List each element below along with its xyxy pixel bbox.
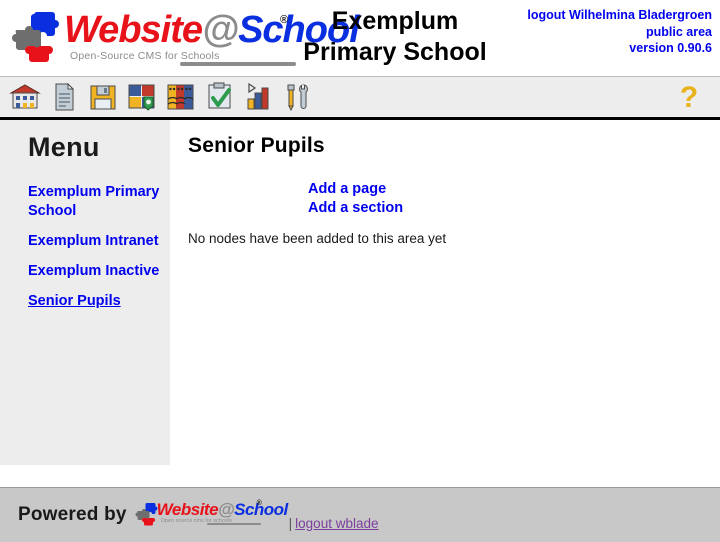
add-page-link[interactable]: Add a page: [308, 180, 720, 199]
sidebar: Menu Exemplum Primary School Exemplum In…: [0, 120, 170, 465]
modules-icon[interactable]: [125, 80, 159, 114]
website-at-school-logo: Website@School ® Open-Source CMS for Sch…: [6, 6, 360, 70]
page-body: Menu Exemplum Primary School Exemplum In…: [0, 120, 720, 487]
user-info-block: logout Wilhelmina Bladergroen public are…: [527, 7, 712, 57]
logo-word-website: Website: [64, 9, 203, 51]
sidebar-menu-list: Exemplum Primary School Exemplum Intrane…: [0, 183, 170, 311]
sidebar-item-exemplum-primary-school[interactable]: Exemplum Primary School: [28, 184, 159, 219]
footer-logo: Website@School ® Open source cms for sch…: [135, 498, 288, 532]
page-title: Senior Pupils: [188, 134, 325, 157]
footer-registered-trademark-symbol: ®: [256, 500, 262, 507]
page-icon[interactable]: [47, 80, 81, 114]
list-item: Senior Pupils: [28, 292, 160, 311]
footer-separator: |: [288, 515, 293, 531]
sidebar-item-exemplum-inactive[interactable]: Exemplum Inactive: [28, 263, 159, 279]
footer-logo-underline-bar: [206, 523, 261, 525]
list-item: Exemplum Primary School: [28, 183, 160, 221]
content-area: Senior Pupils Add a page Add a section N…: [170, 120, 720, 487]
footer-logout-link[interactable]: logout wblade: [295, 516, 378, 531]
sidebar-item-exemplum-intranet[interactable]: Exemplum Intranet: [28, 233, 159, 249]
footer-logo-word-at: @: [218, 500, 235, 519]
action-links: Add a page Add a section: [308, 180, 720, 217]
logo-tagline: Open-Source CMS for Schools: [70, 50, 220, 62]
logout-user-link[interactable]: logout Wilhelmina Bladergroen: [527, 7, 712, 24]
area-label: public area: [646, 24, 712, 39]
tools-icon[interactable]: [281, 80, 315, 114]
list-item: Exemplum Inactive: [28, 262, 160, 281]
application-window: Website@School ® Open-Source CMS for Sch…: [0, 0, 720, 542]
main-toolbar: ?: [0, 76, 720, 120]
page-footer: Powered by Website@School ® Open source …: [0, 487, 720, 542]
help-icon[interactable]: ?: [674, 82, 704, 114]
powered-by-label: Powered by: [18, 504, 127, 525]
school-icon[interactable]: [8, 80, 42, 114]
registered-trademark-symbol: ®: [280, 14, 289, 26]
checklist-icon[interactable]: [203, 80, 237, 114]
puzzle-logo-icon: [12, 12, 59, 62]
version-label: version 0.90.6: [629, 41, 712, 55]
footer-logo-wordmark: Website@School: [156, 500, 289, 519]
logo-underline-bar: [180, 62, 296, 66]
users-icon[interactable]: [164, 80, 198, 114]
add-section-link[interactable]: Add a section: [308, 199, 720, 218]
school-title-line-1: Exemplum: [331, 7, 459, 35]
empty-state-message: No nodes have been added to this area ye…: [188, 231, 447, 246]
save-icon[interactable]: [86, 80, 120, 114]
page-header: Website@School ® Open-Source CMS for Sch…: [0, 0, 720, 76]
school-title: Exemplum Primary School: [300, 6, 490, 68]
statistics-icon[interactable]: [242, 80, 276, 114]
school-title-line-2: Primary School: [303, 38, 487, 66]
footer-logo-word-website: Website: [156, 500, 219, 519]
sidebar-item-senior-pupils[interactable]: Senior Pupils: [28, 293, 121, 309]
menu-title: Menu: [28, 132, 100, 162]
logo-word-at: @: [202, 9, 239, 51]
footer-logout-block: | logout wblade: [289, 516, 379, 531]
list-item: Exemplum Intranet: [28, 232, 160, 251]
